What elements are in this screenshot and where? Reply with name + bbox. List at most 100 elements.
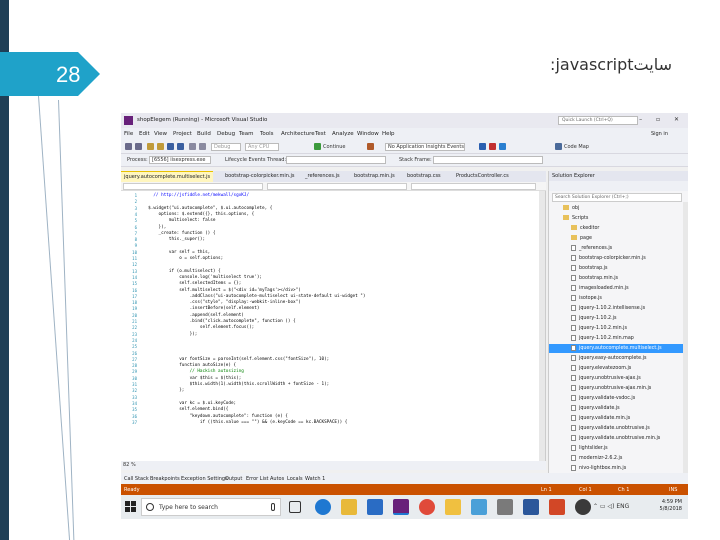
tab-call-stack[interactable]: Call Stack xyxy=(124,476,149,482)
menu-build[interactable]: Build xyxy=(197,131,211,137)
edge-icon[interactable] xyxy=(315,499,331,515)
solution-folder-item[interactable]: ckeditor xyxy=(549,224,683,233)
folder-icon[interactable] xyxy=(445,499,461,515)
tab-bootstrap-css[interactable]: bootstrap.css xyxy=(404,171,444,182)
undo-icon[interactable] xyxy=(189,143,196,150)
stack-frame-select[interactable] xyxy=(433,156,543,164)
stop-icon[interactable] xyxy=(489,143,496,150)
type-dropdown[interactable] xyxy=(267,183,407,190)
solution-file-item[interactable]: jquery.easy-autocomplete.js xyxy=(549,354,683,363)
menu-edit[interactable]: Edit xyxy=(139,131,150,137)
code-map-button[interactable]: Code Map xyxy=(564,144,589,150)
new-project-icon[interactable] xyxy=(147,143,154,150)
clock[interactable]: 4:59 PM 5/8/2018 xyxy=(660,499,682,513)
solution-folder-item[interactable]: page xyxy=(549,234,683,243)
store-icon[interactable] xyxy=(367,499,383,515)
back-icon[interactable] xyxy=(125,143,132,150)
tab-output[interactable]: Output xyxy=(225,476,242,482)
browser-link-icon[interactable] xyxy=(367,143,374,150)
chrome-icon[interactable] xyxy=(419,499,435,515)
menu-tools[interactable]: Tools xyxy=(260,131,274,137)
app-insights-select[interactable]: No Application Insights Events xyxy=(385,143,465,151)
pause-icon[interactable] xyxy=(479,143,486,150)
solution-file-item[interactable]: jquery.validate.min.js xyxy=(549,414,683,423)
menu-debug[interactable]: Debug xyxy=(217,131,235,137)
solution-file-item[interactable]: jquery-1.10.2.min.js xyxy=(549,324,683,333)
windows-start-icon[interactable] xyxy=(125,501,137,513)
solution-explorer-scrollbar[interactable] xyxy=(683,202,688,473)
tab-autos[interactable]: Autos xyxy=(270,476,284,482)
config-select[interactable]: Debug xyxy=(211,143,241,151)
solution-file-item[interactable]: nivo-lightbox.min.js xyxy=(549,464,683,473)
solution-folder-item[interactable]: obj xyxy=(549,204,683,213)
solution-file-item[interactable]: jquery.unobtrusive-ajax.min.js xyxy=(549,384,683,393)
solution-file-item[interactable]: bootstrap-colorpicker.min.js xyxy=(549,254,683,263)
solution-file-item[interactable]: jquery-1.10.2.min.map xyxy=(549,334,683,343)
continue-button[interactable]: Continue xyxy=(323,144,345,150)
tab-bootstrap-min-js[interactable]: bootstrap.min.js xyxy=(351,171,398,182)
solution-file-item[interactable]: lightslider.js xyxy=(549,444,683,453)
redo-icon[interactable] xyxy=(199,143,206,150)
open-icon[interactable] xyxy=(157,143,164,150)
paint-icon[interactable] xyxy=(471,499,487,515)
project-dropdown[interactable] xyxy=(123,183,263,190)
solution-file-item[interactable]: isotope.js xyxy=(549,294,683,303)
process-select[interactable]: [6556] iisexpress.exe xyxy=(149,156,211,164)
restart-icon[interactable] xyxy=(499,143,506,150)
media-player-icon[interactable] xyxy=(575,499,591,515)
task-view-icon[interactable] xyxy=(289,501,301,513)
tab-locals[interactable]: Locals xyxy=(287,476,303,482)
solution-file-item[interactable]: _references.js xyxy=(549,244,683,253)
tab-multiselect-js[interactable]: jquery.autocomplete.multiselect.js xyxy=(121,171,214,182)
file-explorer-icon[interactable] xyxy=(341,499,357,515)
thread-select[interactable] xyxy=(286,156,386,164)
tab-watch-1[interactable]: Watch 1 xyxy=(305,476,325,482)
platform-select[interactable]: Any CPU xyxy=(245,143,279,151)
solution-file-item[interactable]: jquery-1.10.2.intellisense.js xyxy=(549,304,683,313)
menu-architecture[interactable]: Architecture xyxy=(281,131,315,137)
solution-file-item[interactable]: jquery.elevatezoom.js xyxy=(549,364,683,373)
menu-view[interactable]: View xyxy=(154,131,167,137)
window-controls[interactable]: – ▫ ✕ xyxy=(639,116,685,123)
code-editor[interactable]: 1 2 3 4 5 6 7 8 9 10 11 12 13 14 15 16 17 18 19 20 21 22 23 24 2… xyxy=(121,191,546,461)
member-dropdown[interactable] xyxy=(411,183,536,190)
lifecycle-events-button[interactable]: Lifecycle Events xyxy=(225,157,265,163)
tab-exception-settings[interactable]: Exception Settings xyxy=(181,476,228,482)
solution-file-item[interactable]: bootstrap.min.js xyxy=(549,274,683,283)
visual-studio-icon[interactable] xyxy=(393,499,409,515)
editor-scrollbar[interactable] xyxy=(539,191,545,461)
solution-file-item[interactable]: jquery.validate.unobtrusive.min.js xyxy=(549,434,683,443)
language-indicator[interactable]: ENG xyxy=(616,503,629,510)
menu-project[interactable]: Project xyxy=(173,131,192,137)
save-icon[interactable] xyxy=(167,143,174,150)
solution-file-item[interactable]: bootstrap.js xyxy=(549,264,683,273)
menu-team[interactable]: Team xyxy=(239,131,254,137)
menu-analyze[interactable]: Analyze xyxy=(332,131,354,137)
menu-test[interactable]: Test xyxy=(315,131,326,137)
quick-launch-input[interactable]: Quick Launch (Ctrl+Q) xyxy=(558,116,638,125)
taskbar-search-box[interactable]: Type here to search xyxy=(141,498,281,516)
save-all-icon[interactable] xyxy=(177,143,184,150)
tab-error-list[interactable]: Error List xyxy=(246,476,269,482)
tab-colorpicker-js[interactable]: bootstrap-colorpicker.min.js xyxy=(222,171,298,182)
solution-file-item[interactable]: jquery.validate.js xyxy=(549,404,683,413)
tab-references-js[interactable]: _references.js xyxy=(302,171,343,182)
sign-in-link[interactable]: Sign in xyxy=(651,131,668,137)
system-tray-icons[interactable]: ⌃ ▭ ◁) ENG xyxy=(593,503,629,510)
solution-file-item[interactable]: modernizr-2.6.2.js xyxy=(549,454,683,463)
solution-folder-item[interactable]: Scripts xyxy=(549,214,683,223)
solution-file-item[interactable]: imagesloaded.min.js xyxy=(549,284,683,293)
powerpoint-icon[interactable] xyxy=(549,499,565,515)
word-icon[interactable] xyxy=(523,499,539,515)
code-map-icon[interactable] xyxy=(555,143,562,150)
microphone-icon[interactable] xyxy=(271,503,275,511)
tools-icon[interactable] xyxy=(497,499,513,515)
solution-file-item[interactable]: jquery-1.10.2.js xyxy=(549,314,683,323)
menu-file[interactable]: File xyxy=(124,131,133,137)
tab-breakpoints[interactable]: Breakpoints xyxy=(150,476,180,482)
forward-icon[interactable] xyxy=(135,143,142,150)
solution-explorer-search[interactable]: Search Solution Explorer (Ctrl+;) xyxy=(552,193,682,202)
solution-file-item[interactable]: jquery.validate.unobtrusive.js xyxy=(549,424,683,433)
solution-file-item[interactable]: jquery.autocomplete.multiselect.js xyxy=(549,344,683,353)
continue-icon[interactable] xyxy=(314,143,321,150)
